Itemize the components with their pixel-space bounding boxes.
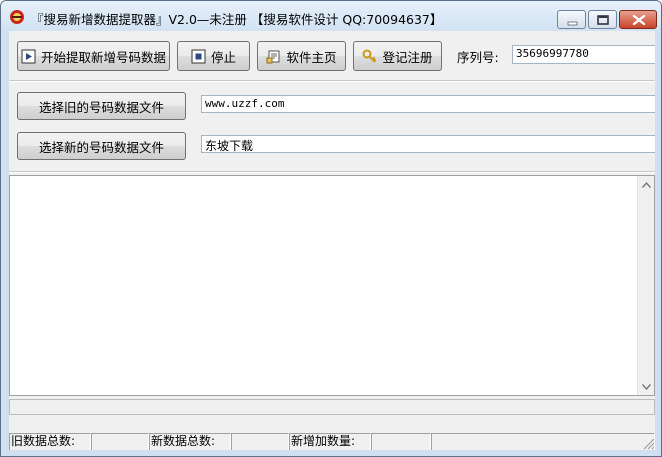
status-bar: 旧数据总数: 新数据总数: 新增加数量: <box>9 431 655 450</box>
new-total-value <box>231 433 289 450</box>
key-icon <box>362 49 377 63</box>
added-count-value <box>371 433 431 450</box>
app-window: 『搜易新增数据提取器』V2.0—未注册 【搜易软件设计 QQ:70094637】… <box>0 0 662 457</box>
minimize-button[interactable] <box>557 10 586 29</box>
divider <box>9 171 655 173</box>
homepage-button[interactable]: 软件主页 <box>257 41 346 71</box>
maximize-button[interactable] <box>588 10 617 29</box>
serial-input[interactable]: 35696997780 <box>512 45 655 64</box>
maximize-icon <box>597 15 609 25</box>
status-panel-empty <box>431 433 655 450</box>
added-count-label: 新增加数量: <box>289 433 371 450</box>
close-button[interactable] <box>619 10 657 29</box>
minimize-icon <box>567 21 578 26</box>
divider <box>9 80 655 82</box>
title-bar[interactable]: 『搜易新增数据提取器』V2.0—未注册 【搜易软件设计 QQ:70094637】 <box>1 1 661 31</box>
app-icon <box>10 10 24 24</box>
register-button[interactable]: 登记注册 <box>353 41 442 71</box>
stop-label: 停止 <box>210 49 236 65</box>
scroll-down-button[interactable] <box>638 378 655 395</box>
select-new-file-label: 选择新的号码数据文件 <box>38 139 164 155</box>
output-textarea[interactable] <box>9 175 655 396</box>
start-extract-button[interactable]: 开始提取新增号码数据 <box>17 41 170 71</box>
window-title: 『搜易新增数据提取器』V2.0—未注册 【搜易软件设计 QQ:70094637】 <box>31 12 443 27</box>
close-icon <box>632 14 646 26</box>
play-icon <box>21 49 36 63</box>
select-new-file-button[interactable]: 选择新的号码数据文件 <box>17 132 186 160</box>
scroll-up-icon <box>642 181 651 188</box>
stop-button[interactable]: 停止 <box>177 41 250 71</box>
new-total-label: 新数据总数: <box>149 433 231 450</box>
stop-icon <box>191 49 206 63</box>
progress-bar <box>9 399 655 415</box>
old-total-label: 旧数据总数: <box>9 433 91 450</box>
scroll-up-button[interactable] <box>638 176 655 193</box>
old-total-value <box>91 433 149 450</box>
start-extract-label: 开始提取新增号码数据 <box>40 49 166 65</box>
old-file-path-input[interactable]: www.uzzf.com <box>201 95 655 113</box>
client-area: 开始提取新增号码数据 停止 软件主页 登记注册 序列号: 35696997780… <box>9 31 655 450</box>
register-label: 登记注册 <box>382 49 433 65</box>
select-old-file-button[interactable]: 选择旧的号码数据文件 <box>17 92 186 120</box>
document-icon <box>266 50 280 63</box>
new-file-path-input[interactable]: 东坡下载 <box>201 135 655 153</box>
homepage-label: 软件主页 <box>286 49 337 65</box>
scroll-down-icon <box>642 383 651 390</box>
resize-grip-icon[interactable] <box>641 436 655 450</box>
vertical-scrollbar[interactable] <box>637 176 654 395</box>
select-old-file-label: 选择旧的号码数据文件 <box>38 99 164 115</box>
serial-label: 序列号: <box>457 50 499 65</box>
